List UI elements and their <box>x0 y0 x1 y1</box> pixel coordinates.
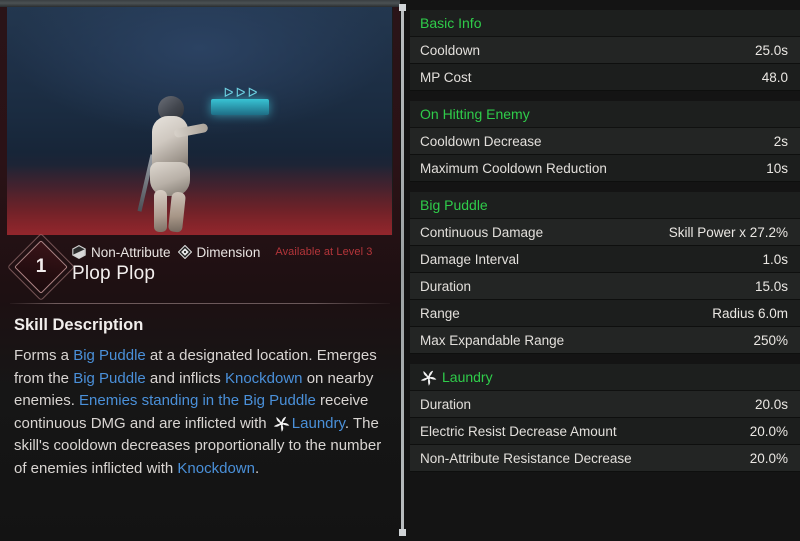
stat-label: MP Cost <box>420 69 472 85</box>
description-keyword: Enemies standing in the Big Puddle <box>79 392 316 410</box>
description-text: . <box>254 459 260 477</box>
stat-row: Duration 15.0s <box>410 273 800 300</box>
description-keyword: Knockdown <box>177 459 255 477</box>
laundry-pinwheel-icon <box>420 369 437 386</box>
description-keyword: Laundry <box>291 414 345 432</box>
stat-row: Damage Interval 1.0s <box>410 246 800 273</box>
stat-row: Maximum Cooldown Reduction 10s <box>410 155 800 182</box>
stat-value: 2s <box>773 133 788 149</box>
character-leg-left <box>154 190 167 232</box>
divider-cap-bottom <box>399 529 406 536</box>
stats-section-header: Laundry <box>410 364 800 391</box>
stat-value: 20.0s <box>754 396 788 412</box>
dimension-icon <box>177 245 192 259</box>
hologram-bar <box>211 99 269 115</box>
stat-row: Max Expandable Range 250% <box>410 327 800 354</box>
skill-level-badge: 1 <box>7 233 75 301</box>
skill-description-title: Skill Description <box>14 316 144 334</box>
character-preview: ᐅᐅᐅ <box>7 7 393 235</box>
stat-value: 10s <box>766 160 788 176</box>
non-attribute-icon <box>72 245 86 259</box>
stats-section-title: Basic Info <box>420 15 482 31</box>
skill-header: 1 Non-Attribute Dimension Available at L… <box>0 233 400 301</box>
section-gap <box>410 354 800 364</box>
stat-row: MP Cost 48.0 <box>410 64 800 91</box>
section-gap <box>410 182 800 192</box>
stat-value: Radius 6.0m <box>712 305 788 321</box>
panel-divider <box>401 6 404 534</box>
attribute-label: Dimension <box>196 244 261 260</box>
stat-label: Maximum Cooldown Reduction <box>420 160 607 176</box>
stat-value: 1.0s <box>762 251 788 267</box>
stat-value: 20.0% <box>749 423 788 439</box>
description-keyword: Big Puddle <box>73 369 146 387</box>
description-text: and inflicts <box>145 369 225 387</box>
laundry-pinwheel-icon <box>273 415 290 432</box>
stats-section-title: On Hitting Enemy <box>420 106 530 122</box>
character-model <box>137 96 210 233</box>
stat-row: Continuous Damage Skill Power x 27.2% <box>410 219 800 246</box>
stat-label: Cooldown <box>420 42 481 58</box>
stat-row: Duration 20.0s <box>410 391 800 418</box>
stat-label: Continuous Damage <box>420 224 544 240</box>
stat-label: Max Expandable Range <box>420 332 565 348</box>
stat-label: Damage Interval <box>420 251 520 267</box>
description-keyword: Big Puddle <box>73 347 146 364</box>
stat-value: 25.0s <box>754 42 788 58</box>
section-separator <box>10 303 390 304</box>
stat-label: Range <box>420 305 460 321</box>
stat-value: 20.0% <box>749 450 788 466</box>
attribute-dimension: Dimension <box>177 244 261 260</box>
stat-row: Range Radius 6.0m <box>410 300 800 327</box>
divider-cap-top <box>399 4 406 11</box>
skill-description-text: Forms a Big Puddle at a designated locat… <box>14 345 386 481</box>
stats-section-title: Big Puddle <box>420 197 488 213</box>
stat-value: Skill Power x 27.2% <box>668 224 788 240</box>
skill-level-number: 1 <box>35 256 47 277</box>
attribute-non-attribute: Non-Attribute <box>72 245 171 260</box>
stat-value: 250% <box>753 332 788 348</box>
availability-note: Available at Level 3 <box>275 246 373 258</box>
stat-row: Non-Attribute Resistance Decrease 20.0% <box>410 445 800 472</box>
description-keyword: Knockdown <box>224 369 303 387</box>
stat-label: Cooldown Decrease <box>420 133 542 149</box>
window-top-strip <box>0 0 400 7</box>
stat-row: Electric Resist Decrease Amount 20.0% <box>410 418 800 445</box>
section-gap <box>410 91 800 101</box>
skill-left-panel: ᐅᐅᐅ 1 Non-Attribute Dimension Available … <box>0 0 400 541</box>
stat-label: Duration <box>420 278 472 294</box>
stat-value: 15.0s <box>754 278 788 294</box>
skill-name: Plop Plop <box>72 263 156 284</box>
description-text: Forms a <box>14 347 74 364</box>
stats-section-header: On Hitting Enemy <box>410 101 800 128</box>
attribute-label: Non-Attribute <box>91 244 171 260</box>
stat-label: Non-Attribute Resistance Decrease <box>420 450 632 466</box>
skill-detail-screen: ᐅᐅᐅ 1 Non-Attribute Dimension Available … <box>0 0 800 541</box>
stat-label: Duration <box>420 396 472 412</box>
stat-value: 48.0 <box>761 69 788 85</box>
stat-row: Cooldown Decrease 2s <box>410 128 800 155</box>
character-leg-right <box>167 191 187 233</box>
stats-section-header: Big Puddle <box>410 192 800 219</box>
stat-row: Cooldown 25.0s <box>410 37 800 64</box>
stats-section-header: Basic Info <box>410 10 800 37</box>
skill-stats-panel: Basic Info Cooldown 25.0s MP Cost 48.0 On Hit… <box>410 0 800 541</box>
skill-attribute-row: Non-Attribute Dimension Available at Lev… <box>72 242 373 262</box>
stats-section-title: Laundry <box>442 369 493 385</box>
stat-label: Electric Resist Decrease Amount <box>420 423 617 439</box>
